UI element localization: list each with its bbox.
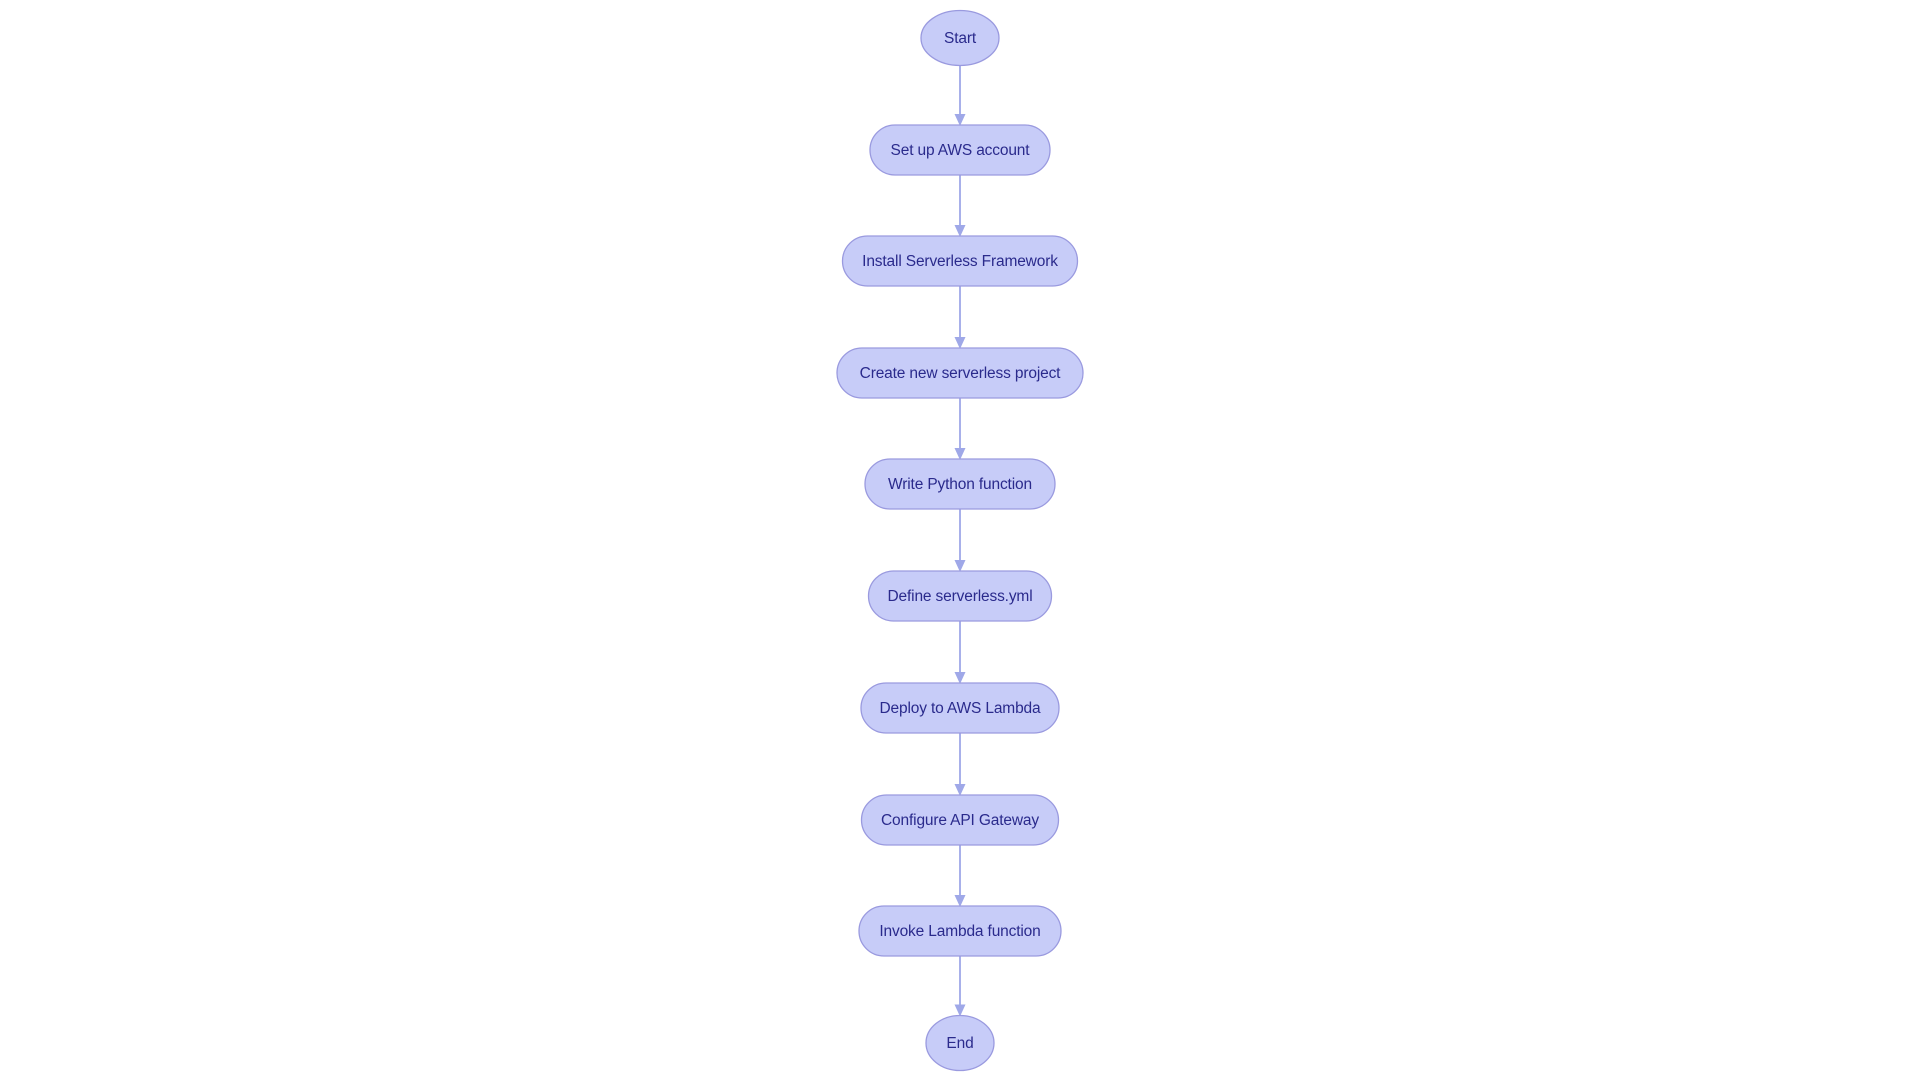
flow-node-write_function[interactable]: Write Python function — [864, 458, 1056, 510]
flow-node-define_yml[interactable]: Define serverless.yml — [867, 570, 1053, 622]
flow-node-setup_aws[interactable]: Set up AWS account — [869, 124, 1051, 176]
flowchart-svg: Start Set up AWS account Install Serverles… — [836, 9, 1084, 1072]
flow-edge — [954, 398, 966, 460]
node-shape-stadium[interactable] — [860, 794, 1060, 846]
edge-arrowhead-icon — [954, 560, 966, 572]
flow-node-start[interactable]: Start — [920, 9, 1000, 67]
flow-edge — [954, 733, 966, 796]
flow-edge — [954, 621, 966, 684]
node-shape-ellipse[interactable] — [925, 1014, 995, 1072]
node-shape-stadium[interactable] — [869, 124, 1051, 176]
edge-arrowhead-icon — [954, 1004, 966, 1017]
flow-edge — [954, 286, 966, 349]
node-shape-stadium[interactable] — [836, 347, 1084, 399]
node-shape-stadium[interactable] — [867, 570, 1053, 622]
edge-arrowhead-icon — [954, 895, 966, 907]
flow-node-deploy_lambda[interactable]: Deploy to AWS Lambda — [860, 682, 1060, 734]
flow-edge — [954, 845, 966, 907]
flow-node-configure_gateway[interactable]: Configure API Gateway — [860, 794, 1060, 846]
flow-node-end[interactable]: End — [925, 1014, 995, 1072]
flow-edge — [954, 65, 966, 126]
node-shape-stadium[interactable] — [841, 235, 1079, 287]
node-shape-ellipse[interactable] — [920, 9, 1000, 67]
edge-arrowhead-icon — [954, 114, 966, 126]
flow-edge — [954, 956, 966, 1017]
flow-node-install_serverless[interactable]: Install Serverless Framework — [841, 235, 1079, 287]
node-shape-stadium[interactable] — [864, 458, 1056, 510]
edge-arrowhead-icon — [954, 448, 966, 460]
edge-layer — [954, 65, 966, 1017]
edge-arrowhead-icon — [954, 225, 966, 237]
edge-arrowhead-icon — [954, 337, 966, 349]
flowchart-canvas: Start Set up AWS account Install Serverles… — [0, 0, 1920, 1080]
flow-edge — [954, 175, 966, 237]
edge-arrowhead-icon — [954, 784, 966, 796]
flow-node-invoke_lambda[interactable]: Invoke Lambda function — [858, 905, 1062, 957]
node-shape-stadium[interactable] — [858, 905, 1062, 957]
node-shape-stadium[interactable] — [860, 682, 1060, 734]
flow-edge — [954, 509, 966, 572]
edge-arrowhead-icon — [954, 672, 966, 684]
flow-node-create_project[interactable]: Create new serverless project — [836, 347, 1084, 399]
